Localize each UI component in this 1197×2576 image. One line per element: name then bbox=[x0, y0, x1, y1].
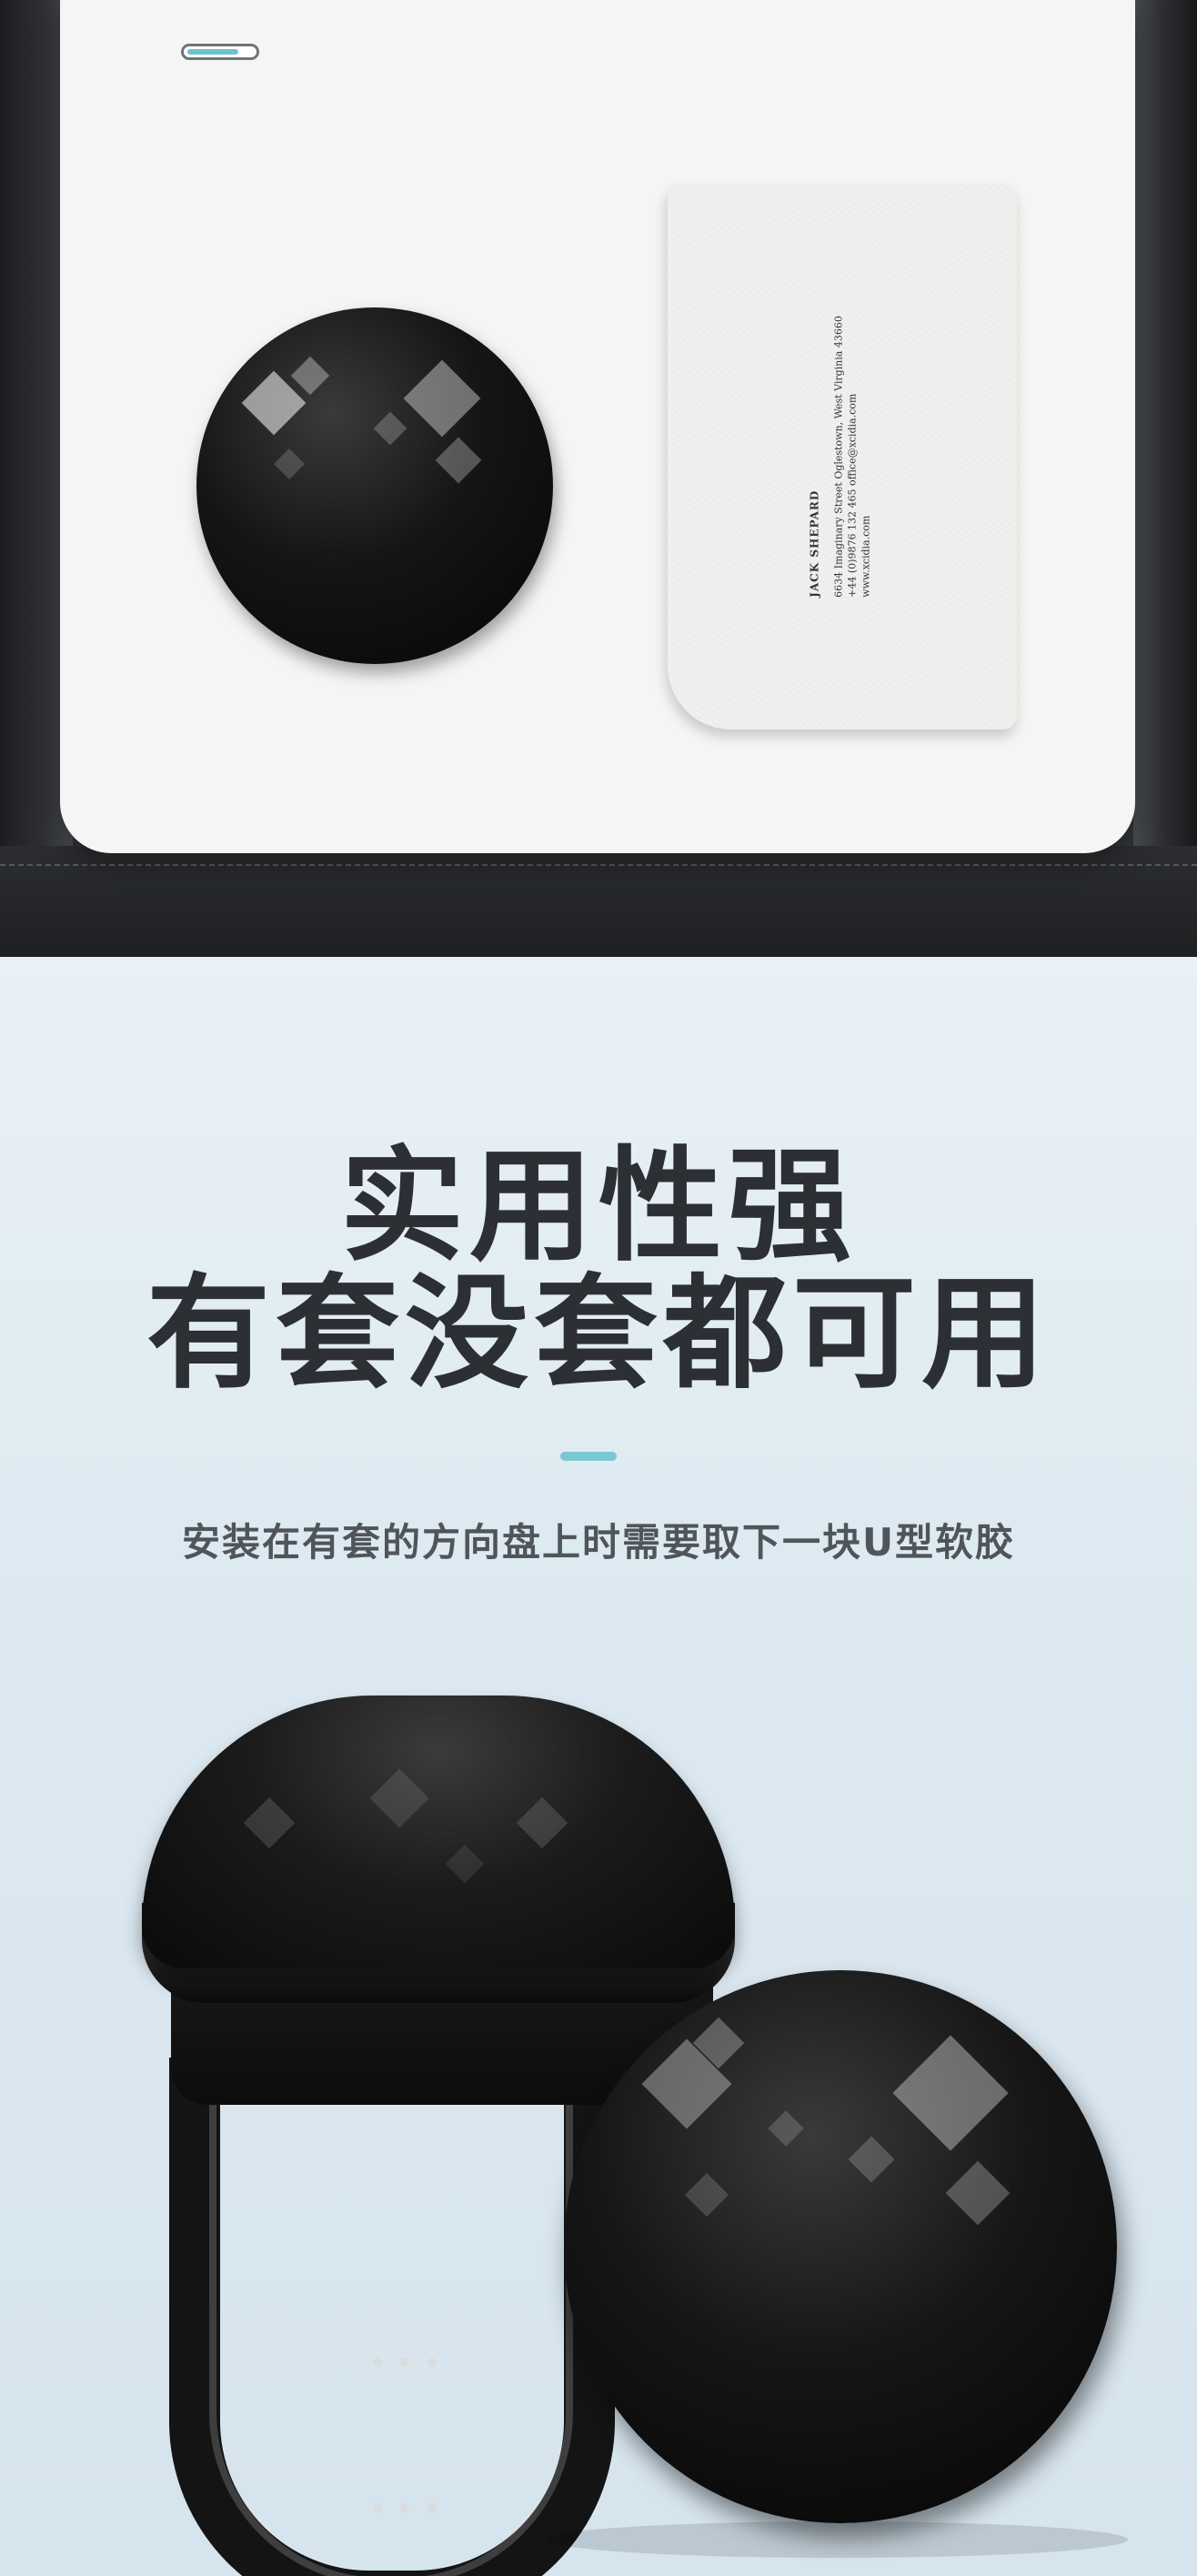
card-name: JACK SHEPARD bbox=[808, 489, 821, 598]
seat-stitching bbox=[0, 864, 1197, 868]
car-interior-right bbox=[1133, 0, 1197, 957]
feature-section: 实用性强 有套没套都可用 安装在有套的方向盘上时需要取下一块U型软胶 bbox=[0, 957, 1197, 2576]
clip-highlight bbox=[209, 2076, 573, 2576]
clip-dot bbox=[373, 2503, 382, 2512]
knob-front-view-image bbox=[564, 1970, 1117, 2523]
business-card-image: JACK SHEPARD 6634 Imaginary Street Ogles… bbox=[668, 184, 1017, 730]
top-product-section: JACK SHEPARD 6634 Imaginary Street Ogles… bbox=[0, 0, 1197, 957]
knob-top-view-image bbox=[196, 307, 553, 664]
accent-divider bbox=[560, 1452, 617, 1461]
feature-subtitle: 安装在有套的方向盘上时需要取下一块U型软胶 bbox=[181, 1520, 1016, 1565]
card-contact: +44 (0)9876 132 465 office@xcidia.com bbox=[846, 393, 859, 598]
panel-indicator bbox=[181, 44, 259, 60]
card-website: www.xcidia.com bbox=[860, 515, 872, 598]
headline-line-1: 实用性强 bbox=[340, 1135, 857, 1279]
clip-dot bbox=[428, 2503, 437, 2512]
clip-dot bbox=[400, 2358, 409, 2367]
car-seat-background bbox=[0, 846, 1197, 957]
business-card-text: JACK SHEPARD 6634 Imaginary Street Ogles… bbox=[809, 316, 873, 598]
clip-dot bbox=[400, 2503, 409, 2512]
size-comparison-panel: JACK SHEPARD 6634 Imaginary Street Ogles… bbox=[60, 0, 1135, 853]
clip-dot bbox=[428, 2358, 437, 2367]
clip-dot bbox=[373, 2358, 382, 2367]
headline-line-2: 有套没套都可用 bbox=[146, 1263, 1051, 1406]
card-address: 6634 Imaginary Street Oglestown, West Vi… bbox=[832, 316, 845, 598]
knob-shadow bbox=[546, 2521, 1128, 2558]
knob-dome-side-view bbox=[142, 1696, 735, 1968]
